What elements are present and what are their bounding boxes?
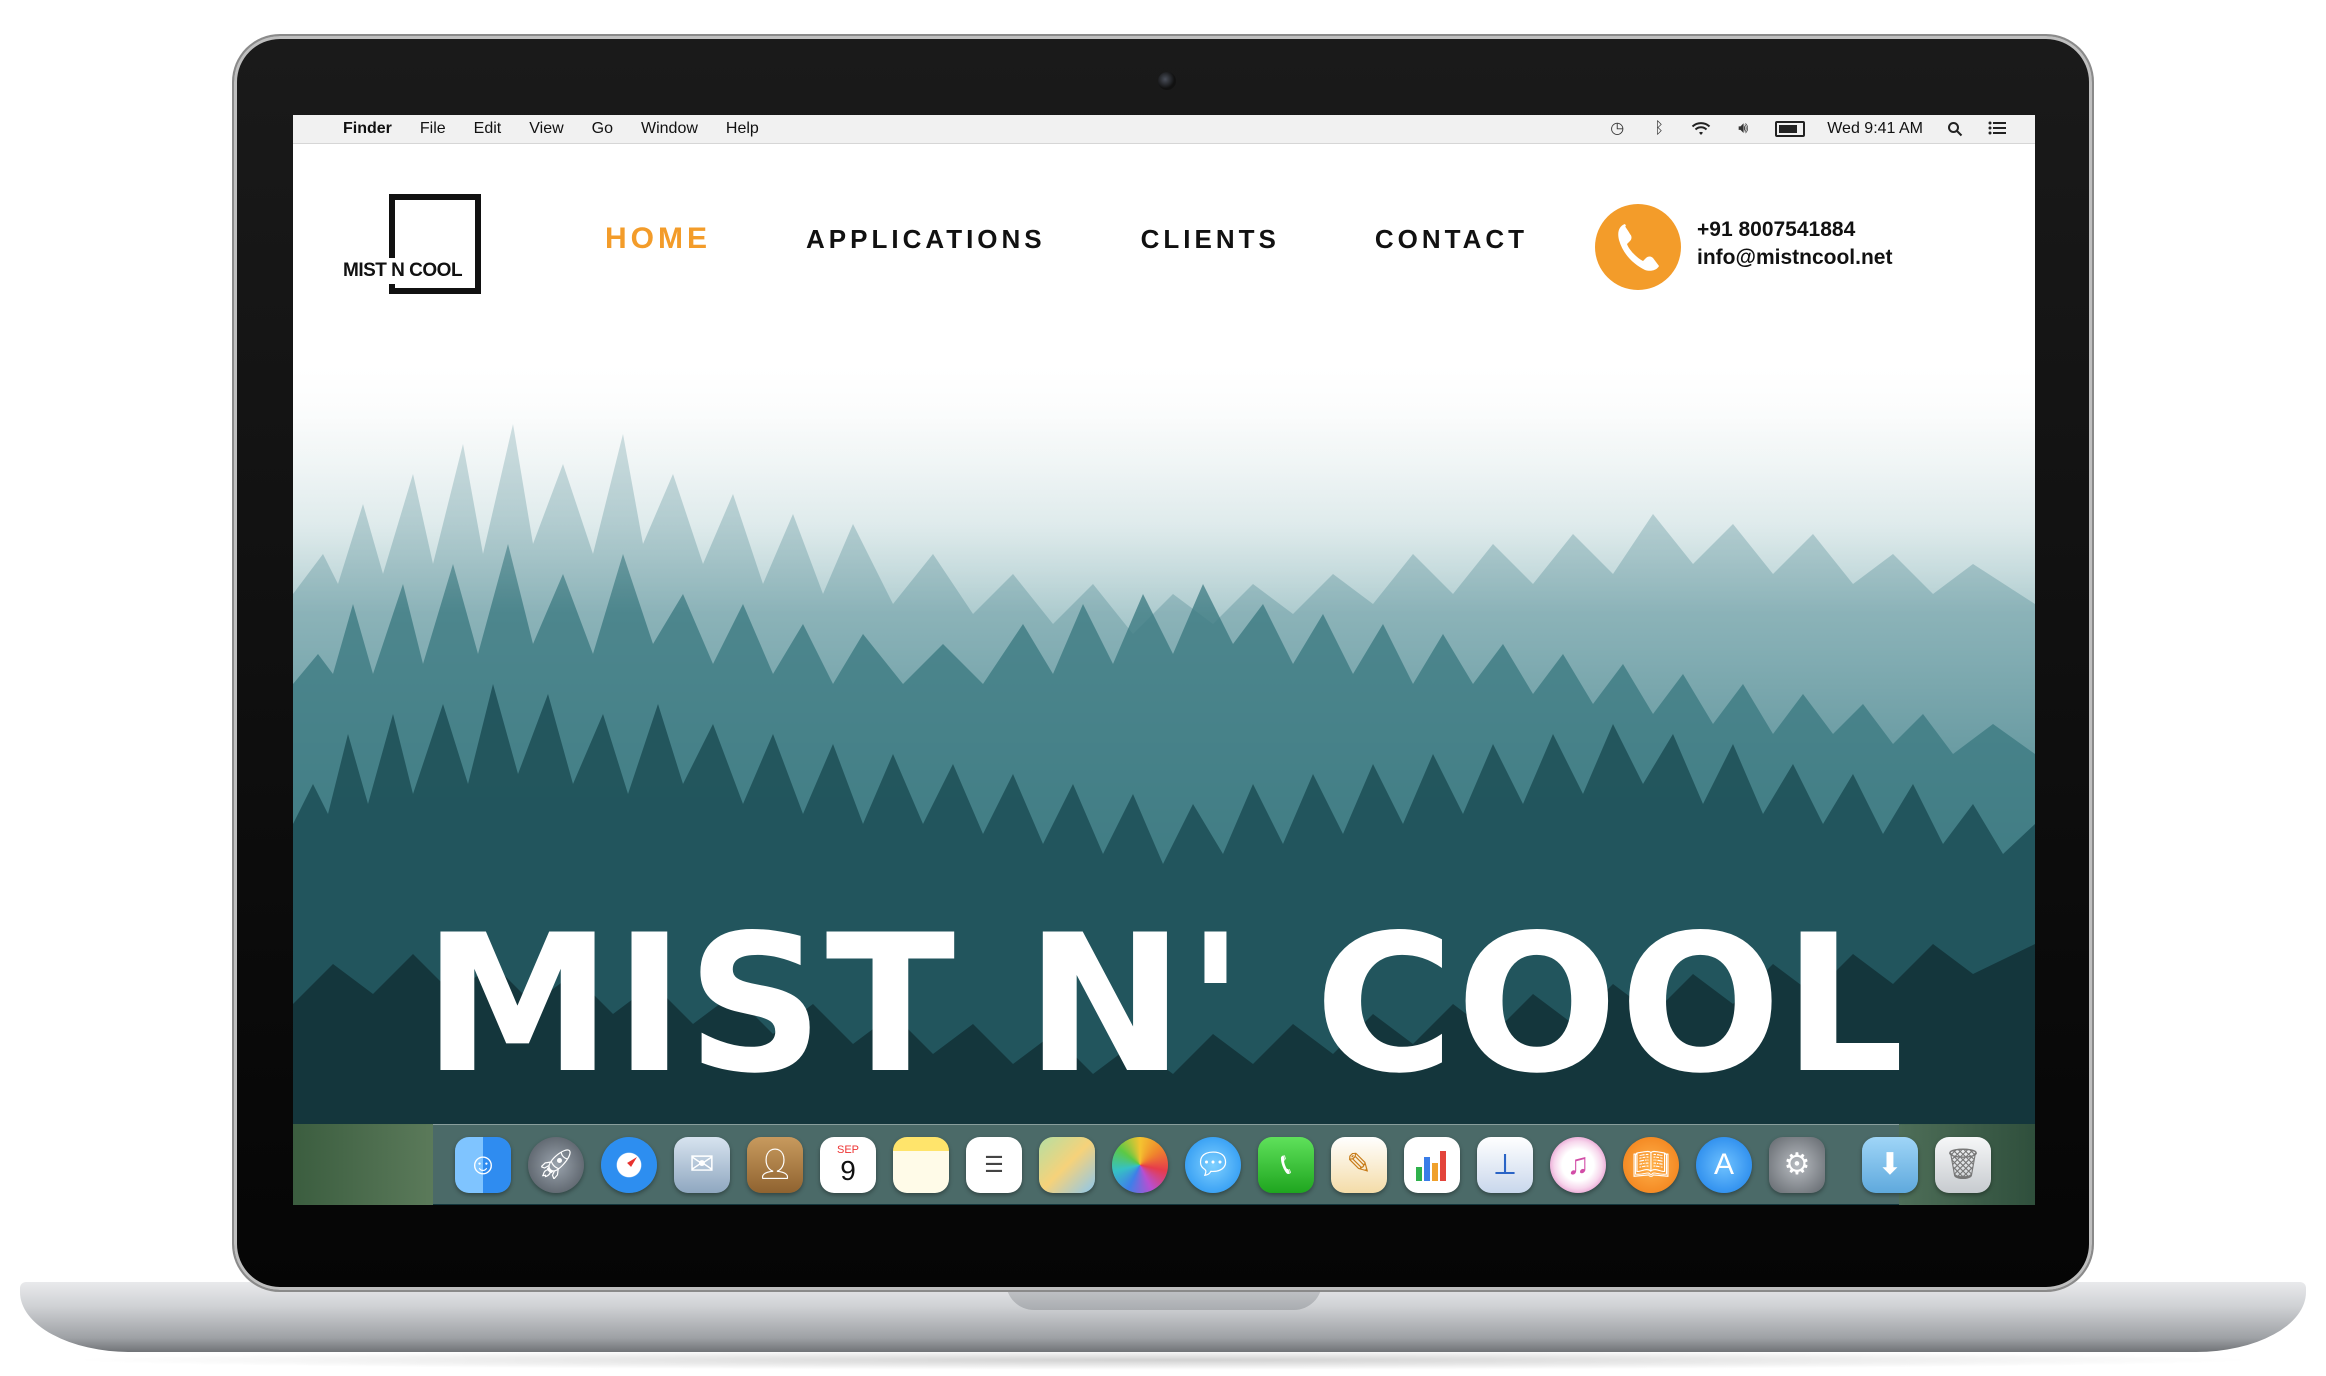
dock-wallpaper-left — [293, 1124, 433, 1205]
macos-dock: ☺ 🚀︎ ✉ 👤︎ SEP 9 ☰ 💬︎ 📞︎ ✎ ⟂ ♫ 📖︎ A ⚙ ⬇ 🗑… — [433, 1124, 1991, 1204]
nav-contact[interactable]: CONTACT — [1375, 224, 1528, 256]
phone-icon — [1618, 224, 1659, 271]
menu-finder[interactable]: Finder — [343, 120, 392, 138]
system-preferences-icon[interactable]: ⚙ — [1769, 1136, 1825, 1193]
phone-number[interactable]: +91 8007541884 — [1697, 218, 1855, 242]
hero-title: MIST N' COOL — [423, 894, 1907, 1115]
webcam-icon — [1158, 72, 1176, 90]
menu-file[interactable]: File — [420, 120, 446, 138]
time-machine-icon[interactable]: ◷ — [1607, 121, 1627, 137]
spotlight-search-icon[interactable] — [1945, 121, 1965, 137]
macos-menubar: Finder File Edit View Go Window Help ◷ ᛒ… — [293, 115, 2035, 144]
laptop-screen: Finder File Edit View Go Window Help ◷ ᛒ… — [293, 115, 2035, 1205]
volume-icon[interactable]: 🔊︎ — [1733, 121, 1753, 137]
site-logo[interactable]: MIST N COOL — [339, 194, 489, 304]
calendar-month: SEP — [836, 1143, 859, 1156]
logo-text: MIST N COOL — [339, 258, 467, 284]
app-store-icon[interactable]: A — [1696, 1136, 1752, 1193]
laptop-shadow — [60, 1350, 2266, 1370]
menubar-status-area: ◷ ᛒ 🔊︎ Wed 9:41 AM — [1607, 115, 2007, 143]
wifi-icon[interactable] — [1691, 121, 1711, 137]
menu-edit[interactable]: Edit — [474, 120, 502, 138]
menu-window[interactable]: Window — [641, 120, 698, 138]
calendar-day: 9 — [840, 1154, 856, 1186]
contacts-icon[interactable]: 👤︎ — [747, 1136, 803, 1193]
notes-icon[interactable] — [893, 1136, 949, 1193]
menu-help[interactable]: Help — [726, 120, 759, 138]
messages-icon[interactable]: 💬︎ — [1185, 1136, 1241, 1193]
main-nav: HOME APPLICATIONS CLIENTS CONTACT — [605, 222, 1623, 256]
downloads-icon[interactable]: ⬇ — [1862, 1136, 1918, 1193]
pages-icon[interactable]: ✎ — [1331, 1136, 1387, 1193]
site-header: MIST N COOL HOME APPLICATIONS CLIENTS CO… — [293, 144, 2035, 354]
nav-clients[interactable]: CLIENTS — [1141, 224, 1280, 256]
facetime-icon[interactable]: 📞︎ — [1258, 1136, 1314, 1193]
menubar-clock[interactable]: Wed 9:41 AM — [1827, 120, 1923, 138]
trash-icon[interactable]: 🗑︎ — [1935, 1136, 1991, 1193]
calendar-icon[interactable]: SEP 9 — [820, 1136, 876, 1193]
battery-icon[interactable] — [1775, 121, 1806, 137]
nav-applications[interactable]: APPLICATIONS — [806, 224, 1046, 256]
bluetooth-icon[interactable]: ᛒ — [1649, 121, 1669, 137]
nav-home[interactable]: HOME — [605, 222, 711, 256]
menu-go[interactable]: Go — [592, 120, 613, 138]
photos-icon[interactable] — [1112, 1136, 1168, 1193]
mail-icon[interactable]: ✉ — [674, 1136, 730, 1193]
keynote-icon[interactable]: ⟂ — [1477, 1136, 1533, 1193]
itunes-icon[interactable]: ♫ — [1550, 1136, 1606, 1193]
reminders-icon[interactable]: ☰ — [966, 1136, 1022, 1193]
notification-center-icon[interactable] — [1987, 121, 2007, 137]
email-link[interactable]: info@mistncool.net — [1697, 246, 1892, 270]
maps-icon[interactable] — [1039, 1136, 1095, 1193]
menu-view[interactable]: View — [529, 120, 563, 138]
hero-banner: MIST N' COOL — [293, 354, 2035, 1205]
ibooks-icon[interactable]: 📖︎ — [1623, 1136, 1679, 1193]
launchpad-icon[interactable]: 🚀︎ — [528, 1136, 584, 1193]
phone-badge[interactable] — [1595, 204, 1681, 290]
finder-icon[interactable]: ☺ — [455, 1136, 511, 1193]
safari-icon[interactable] — [601, 1136, 657, 1193]
numbers-icon[interactable] — [1404, 1136, 1460, 1193]
